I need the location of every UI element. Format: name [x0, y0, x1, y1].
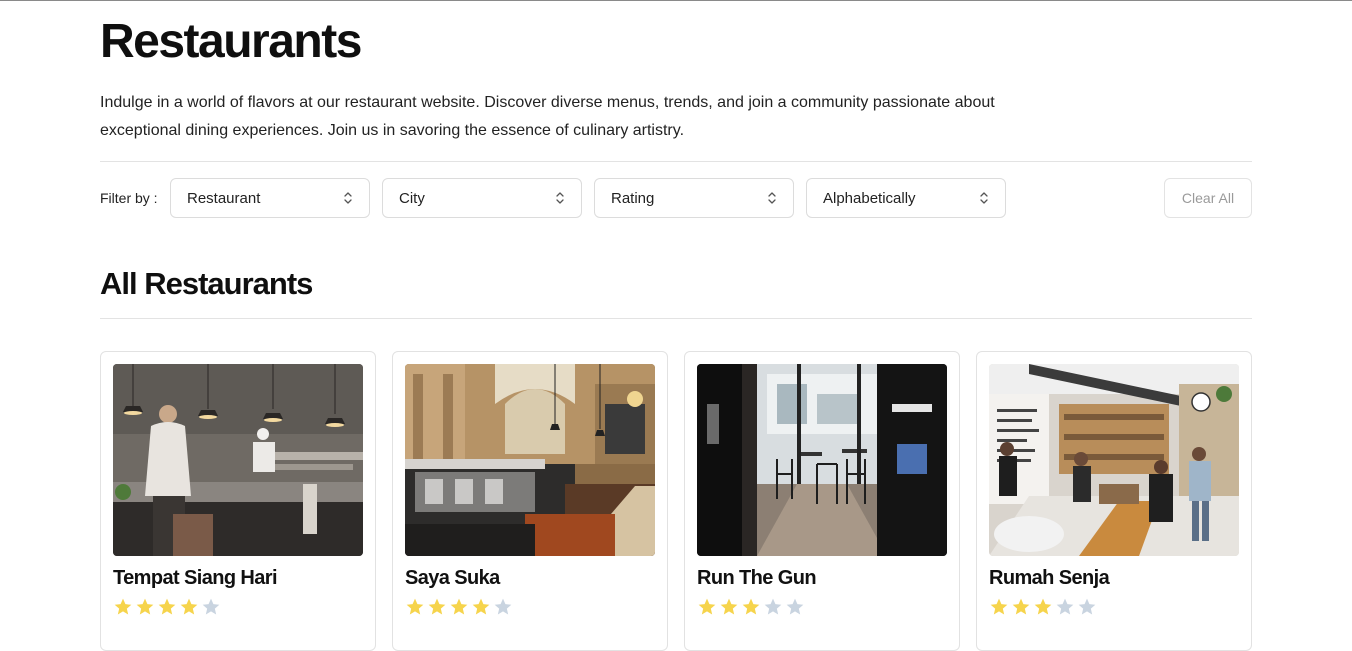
star-empty-icon	[494, 598, 512, 615]
restaurant-name: Saya Suka	[405, 567, 500, 589]
star-empty-icon	[202, 598, 220, 615]
select-label: City	[399, 189, 425, 207]
clear-all-button[interactable]: Clear All	[1164, 178, 1252, 218]
restaurant-image-cafe	[697, 364, 947, 556]
chevron-updown-icon	[344, 192, 352, 204]
section-title: All Restaurants	[100, 266, 313, 301]
intro-text: Indulge in a world of flavors at our res…	[100, 94, 995, 139]
restaurant-name: Run The Gun	[697, 567, 817, 589]
divider	[100, 318, 1252, 319]
alphabetical-sort-select[interactable]: Alphabetically	[806, 178, 1006, 218]
restaurant-card[interactable]: Saya Suka	[392, 351, 668, 651]
top-border	[0, 0, 1352, 1]
select-label: Alphabetically	[823, 189, 916, 207]
page-title: Restaurants	[100, 15, 362, 68]
restaurant-card[interactable]: Rumah Senja	[976, 351, 1252, 651]
star-filled-icon	[720, 598, 738, 615]
restaurant-name: Rumah Senja	[989, 567, 1110, 589]
star-filled-icon	[180, 598, 198, 615]
restaurant-image-kitchen	[113, 364, 363, 556]
star-filled-icon	[472, 598, 490, 615]
restaurant-image-hall	[405, 364, 655, 556]
star-rating	[113, 597, 221, 617]
chevron-updown-icon	[980, 192, 988, 204]
star-filled-icon	[450, 598, 468, 615]
star-filled-icon	[428, 598, 446, 615]
star-filled-icon	[158, 598, 176, 615]
restaurant-card[interactable]: Run The Gun	[684, 351, 960, 651]
restaurant-name: Tempat Siang Hari	[113, 567, 278, 589]
star-filled-icon	[114, 598, 132, 615]
star-rating	[989, 597, 1097, 617]
divider	[100, 161, 1252, 162]
star-filled-icon	[990, 598, 1008, 615]
chevron-updown-icon	[556, 192, 564, 204]
star-filled-icon	[136, 598, 154, 615]
star-filled-icon	[1034, 598, 1052, 615]
star-filled-icon	[1012, 598, 1030, 615]
city-filter-select[interactable]: City	[382, 178, 582, 218]
restaurant-filter-select[interactable]: Restaurant	[170, 178, 370, 218]
star-filled-icon	[742, 598, 760, 615]
star-rating	[405, 597, 513, 617]
chevron-updown-icon	[768, 192, 776, 204]
star-filled-icon	[698, 598, 716, 615]
star-empty-icon	[1056, 598, 1074, 615]
star-empty-icon	[1078, 598, 1096, 615]
select-label: Restaurant	[187, 189, 261, 207]
rating-filter-select[interactable]: Rating	[594, 178, 794, 218]
restaurant-card[interactable]: Tempat Siang Hari	[100, 351, 376, 651]
star-empty-icon	[786, 598, 804, 615]
star-filled-icon	[406, 598, 424, 615]
select-label: Rating	[611, 189, 655, 207]
restaurant-image-deli	[989, 364, 1239, 556]
star-empty-icon	[764, 598, 782, 615]
filter-label: Filter by :	[100, 190, 158, 206]
star-rating	[697, 597, 805, 617]
